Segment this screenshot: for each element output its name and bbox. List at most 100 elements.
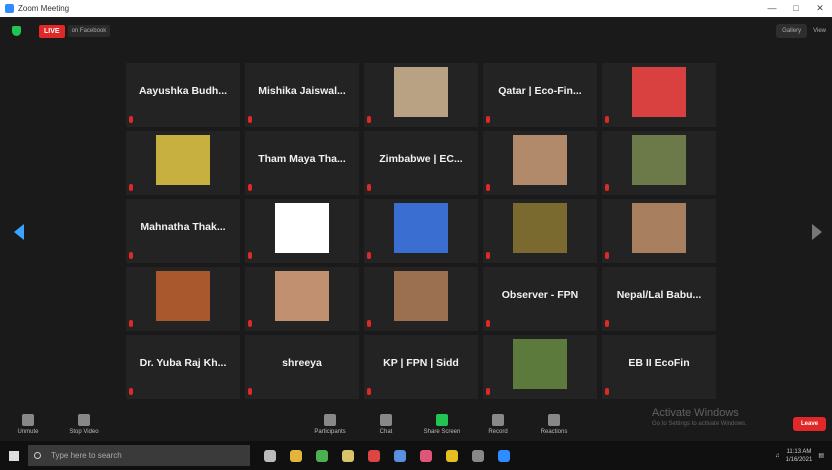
participant-tile[interactable]: Qatar | Eco-Fin...: [483, 63, 597, 127]
participant-tile[interactable]: [483, 131, 597, 195]
participant-tile[interactable]: [483, 199, 597, 263]
muted-mic-icon: [486, 116, 490, 123]
muted-mic-icon: [248, 252, 252, 259]
muted-mic-icon: [248, 320, 252, 327]
app-icon-gray[interactable]: [472, 449, 484, 462]
participant-tile[interactable]: Nepal/Lal Babu...: [602, 267, 716, 331]
muted-mic-icon: [605, 116, 609, 123]
muted-mic-icon: [367, 388, 371, 395]
muted-mic-icon: [129, 388, 133, 395]
participant-tile[interactable]: [602, 199, 716, 263]
file-explorer-icon[interactable]: [290, 449, 302, 462]
participant-tile[interactable]: [364, 199, 478, 263]
participant-tile[interactable]: Mahnatha Thak...: [126, 199, 240, 263]
view-options-button[interactable]: View: [813, 28, 826, 34]
notifications-icon[interactable]: ▤: [818, 452, 824, 459]
participant-tile[interactable]: Dr. Yuba Raj Kh...: [126, 335, 240, 399]
chat-button[interactable]: Chat: [358, 413, 414, 435]
participant-tile[interactable]: [364, 267, 478, 331]
participant-name: EB II EcoFin: [628, 357, 690, 369]
clock-time: 11:13 AM: [786, 448, 812, 455]
taskbar-apps: [264, 449, 510, 462]
muted-mic-icon: [605, 184, 609, 191]
reactions-button[interactable]: Reactions: [526, 413, 582, 435]
app-icon-blue[interactable]: [394, 449, 406, 462]
share-screen-button[interactable]: Share Screen: [414, 413, 470, 435]
participant-name: Qatar | Eco-Fin...: [498, 85, 582, 97]
participant-tile[interactable]: Mishika Jaiswal...: [245, 63, 359, 127]
meeting-toolbar: Unmute Stop Video Participants Chat Share Sc…: [0, 407, 832, 441]
participant-tile[interactable]: Tham Maya Tha...: [245, 131, 359, 195]
unmute-button[interactable]: Unmute: [0, 413, 56, 435]
app-icon-pink[interactable]: [420, 449, 432, 462]
participant-video: [513, 339, 567, 389]
live-badge[interactable]: LIVE: [39, 24, 65, 38]
muted-mic-icon: [129, 184, 133, 191]
muted-mic-icon: [486, 388, 490, 395]
close-button[interactable]: ✕: [808, 3, 832, 14]
activate-windows-watermark: Activate Windows Go to Settings to activ…: [652, 407, 747, 427]
microphone-icon: [22, 413, 34, 426]
minimize-button[interactable]: —: [760, 3, 784, 14]
leave-button[interactable]: Leave: [792, 417, 826, 431]
start-button[interactable]: [0, 450, 28, 461]
participant-tile[interactable]: [245, 267, 359, 331]
participant-tile[interactable]: [364, 63, 478, 127]
taskbar-search[interactable]: Type here to search: [28, 445, 250, 466]
window-title: Zoom Meeting: [18, 4, 70, 13]
participant-tile[interactable]: [245, 199, 359, 263]
maximize-button[interactable]: □: [784, 3, 808, 14]
muted-mic-icon: [486, 184, 490, 191]
zoom-taskbar-icon[interactable]: [498, 449, 510, 462]
participant-tile[interactable]: KP | FPN | Sidd: [364, 335, 478, 399]
participant-video: [394, 203, 448, 253]
participant-video: [513, 135, 567, 185]
participant-tile[interactable]: Zimbabwe | EC...: [364, 131, 478, 195]
task-view-icon[interactable]: [264, 449, 276, 462]
participant-name: Dr. Yuba Raj Kh...: [139, 357, 227, 369]
participant-name: Mishika Jaiswal...: [258, 85, 346, 97]
participant-tile[interactable]: shreeya: [245, 335, 359, 399]
muted-mic-icon: [605, 252, 609, 259]
volume-icon[interactable]: ♫: [775, 453, 780, 459]
chrome-icon[interactable]: [316, 449, 328, 462]
app-icon-red[interactable]: [368, 449, 380, 462]
stop-video-button[interactable]: Stop Video: [56, 413, 112, 435]
store-icon[interactable]: [342, 449, 354, 462]
participant-name: shreeya: [282, 357, 322, 369]
participant-tile[interactable]: Observer - FPN: [483, 267, 597, 331]
next-page-arrow-icon[interactable]: [812, 224, 822, 240]
gallery-view-button[interactable]: Gallery: [776, 24, 808, 38]
live-destination[interactable]: on Facebook: [67, 25, 111, 37]
window-titlebar: Zoom Meeting — □ ✕: [0, 0, 832, 17]
participant-name: Mahnatha Thak...: [140, 221, 226, 233]
security-shield-icon[interactable]: [12, 26, 21, 36]
participant-grid: Aayushka Budh... Mishika Jaiswal... Qatar …: [126, 63, 716, 403]
participant-video: [275, 271, 329, 321]
participant-video: [632, 67, 686, 117]
participant-tile[interactable]: [602, 131, 716, 195]
participant-tile[interactable]: EB II EcoFin: [602, 335, 716, 399]
app-icon-yellow[interactable]: [446, 449, 458, 462]
participant-name: KP | FPN | Sidd: [383, 357, 459, 369]
participant-tile[interactable]: [126, 131, 240, 195]
muted-mic-icon: [367, 320, 371, 327]
record-button[interactable]: Record: [470, 413, 526, 435]
participants-button[interactable]: Participants: [302, 413, 358, 435]
muted-mic-icon: [367, 116, 371, 123]
participant-video: [156, 271, 210, 321]
participant-tile[interactable]: [483, 335, 597, 399]
participant-tile[interactable]: [126, 267, 240, 331]
previous-page-arrow-icon[interactable]: [14, 224, 24, 240]
watermark-subtitle: Go to Settings to activate Windows.: [652, 421, 747, 427]
participant-name: Nepal/Lal Babu...: [616, 289, 702, 301]
search-placeholder: Type here to search: [51, 451, 122, 460]
participant-tile[interactable]: [602, 63, 716, 127]
toolbar-label: Share Screen: [423, 428, 461, 435]
clock[interactable]: 11:13 AM 1/16/2021: [786, 448, 813, 464]
participant-tile[interactable]: Aayushka Budh...: [126, 63, 240, 127]
participant-name: Observer - FPN: [501, 289, 579, 301]
windows-taskbar: Type here to search ♫ 11:13 AM 1/16/2021…: [0, 441, 832, 470]
participant-video: [632, 135, 686, 185]
search-icon: [34, 452, 41, 459]
